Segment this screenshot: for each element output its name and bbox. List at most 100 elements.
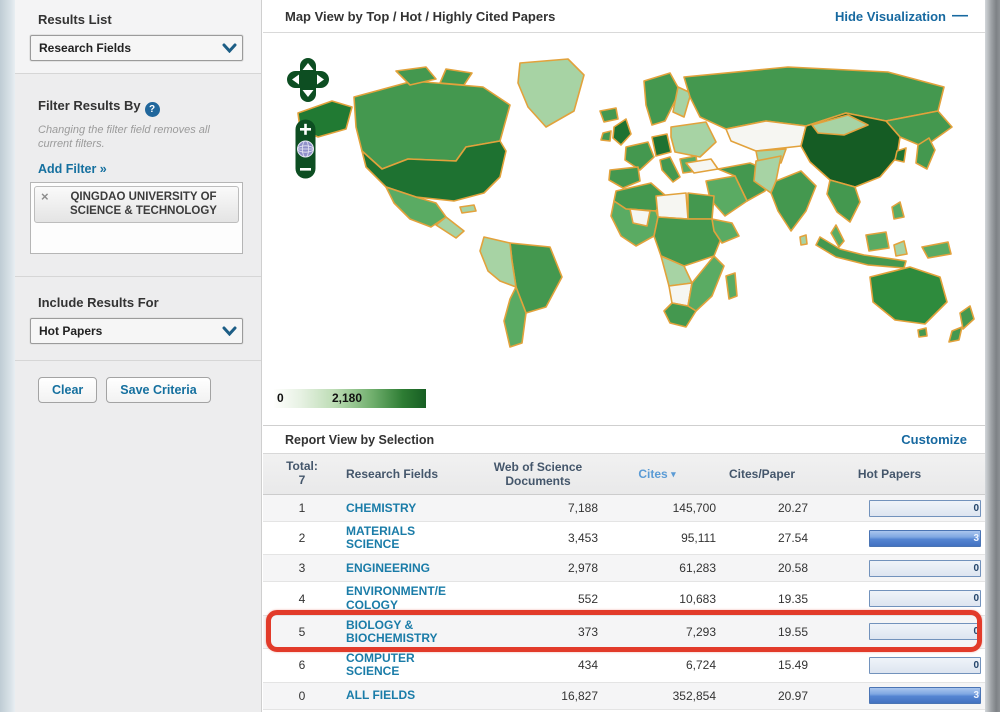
row-documents: 552 (577, 591, 598, 606)
hot-papers-bar: 3 (869, 687, 981, 704)
row-rank: 4 (298, 591, 306, 606)
map-zoom-control[interactable] (295, 119, 316, 179)
research-field-link[interactable]: CHEMISTRY (346, 501, 446, 515)
row-rank: 3 (298, 561, 306, 576)
filter-heading: Filter Results By (38, 98, 141, 113)
clear-button[interactable]: Clear (38, 376, 98, 403)
research-field-link[interactable]: COMPUTER SCIENCE (346, 651, 446, 678)
row-rank: 6 (298, 658, 306, 673)
table-header-row: Total: 7 Research Fields Web of Science … (263, 453, 985, 495)
row-cites: 6,724 (685, 658, 716, 673)
map-pan-control[interactable] (286, 57, 330, 103)
row-cites-per-paper: 15.49 (777, 658, 808, 673)
hot-papers-value: 0 (973, 593, 979, 605)
row-cites-per-paper: 19.55 (777, 624, 808, 639)
include-results-dropdown[interactable]: Hot Papers (30, 317, 243, 344)
chevron-down-icon (216, 326, 242, 336)
row-cites-per-paper: 20.58 (777, 561, 808, 576)
row-cites-per-paper: 19.35 (777, 591, 808, 606)
filter-tag-label: QINGDAO UNIVERSITY OF SCIENCE & TECHNOLO… (70, 190, 217, 217)
col-cites-per-paper: Cites/Paper (728, 467, 796, 481)
row-documents: 434 (577, 658, 598, 673)
row-cites: 7,293 (685, 624, 716, 639)
sidebar: Results List Research Fields Filter Resu… (15, 0, 262, 712)
help-icon[interactable]: ? (144, 102, 160, 117)
legend-max-value: 2,180 (332, 391, 363, 405)
col-total: Total: 7 (286, 459, 318, 487)
results-list-dropdown-value: Research Fields (39, 41, 132, 55)
map-legend: 0 2,180 (274, 389, 426, 408)
include-results-section: Include Results For Hot Papers (15, 277, 261, 356)
row-documents: 7,188 (567, 501, 598, 515)
include-results-heading: Include Results For (38, 294, 159, 310)
row-documents: 16,827 (561, 688, 598, 703)
row-cites-per-paper: 20.97 (777, 688, 808, 703)
results-list-section: Results List Research Fields (15, 0, 261, 73)
save-criteria-button[interactable]: Save Criteria (106, 376, 211, 403)
filter-list-box: × QINGDAO UNIVERSITY OF SCIENCE & TECHNO… (30, 181, 243, 254)
globe-icon (297, 140, 314, 158)
research-field-link[interactable]: ENVIRONMENT/ECOLOGY (346, 585, 446, 612)
legend-min-value: 0 (277, 391, 284, 405)
row-cites: 95,111 (681, 531, 716, 546)
remove-filter-icon[interactable]: × (41, 189, 49, 205)
map-header: Map View by Top / Hot / Highly Cited Pap… (263, 0, 985, 33)
filter-tag[interactable]: × QINGDAO UNIVERSITY OF SCIENCE & TECHNO… (34, 185, 239, 224)
col-cites-sortable[interactable]: Cites ▾ (598, 467, 716, 481)
table-row: 4 ENVIRONMENT/ECOLOGY 552 10,683 19.35 0 (263, 582, 985, 616)
col-hot-papers: Hot Papers (857, 467, 922, 481)
row-cites: 352,854 (672, 688, 716, 703)
row-cites-per-paper: 27.54 (777, 531, 808, 546)
main-panel: Map View by Top / Hot / Highly Cited Pap… (263, 0, 985, 712)
research-field-link[interactable]: MATERIALS SCIENCE (346, 524, 446, 551)
hot-papers-bar: 0 (869, 623, 981, 641)
col-wos-documents: Web of Science Documents (493, 459, 583, 488)
include-results-dropdown-value: Hot Papers (39, 323, 103, 338)
row-documents: 373 (577, 624, 598, 639)
results-list-dropdown[interactable]: Research Fields (30, 35, 243, 61)
divider (15, 359, 261, 361)
left-edge-strip (0, 0, 15, 712)
filter-heading-row: Filter Results By? (38, 98, 261, 117)
row-documents: 2,978 (567, 561, 598, 576)
table-row: 3 ENGINEERING 2,978 61,283 20.58 0 (263, 555, 985, 583)
hot-papers-value: 0 (973, 659, 979, 671)
report-header: Report View by Selection Customize (263, 425, 985, 453)
vertical-scrollbar[interactable] (985, 0, 1000, 712)
hot-papers-value: 0 (973, 562, 979, 574)
hot-papers-bar: 3 (869, 529, 981, 547)
research-field-link[interactable]: ENGINEERING (346, 562, 446, 575)
map-area: 0 2,180 (263, 33, 985, 425)
customize-link[interactable]: Customize (901, 432, 967, 447)
research-field-link[interactable]: BIOLOGY & BIOCHEMISTRY (346, 618, 446, 645)
world-map[interactable] (288, 55, 978, 355)
table-row: 0 ALL FIELDS 16,827 352,854 20.97 3 (263, 682, 985, 710)
map-view-title: Map View by Top / Hot / Highly Cited Pap… (285, 8, 556, 24)
table-row: 1 CHEMISTRY 7,188 145,700 20.27 0 (263, 495, 985, 522)
row-cites: 145,700 (672, 501, 716, 515)
chevron-down-icon (216, 43, 242, 53)
page: Results List Research Fields Filter Resu… (0, 0, 1000, 712)
table-row: 5 BIOLOGY & BIOCHEMISTRY 373 7,293 19.55… (263, 609, 985, 653)
results-list-heading: Results List (38, 12, 112, 27)
hot-papers-bar: 0 (869, 656, 981, 674)
row-rank: 2 (298, 531, 306, 546)
hot-papers-value: 0 (973, 626, 979, 638)
hot-papers-value: 0 (973, 502, 979, 514)
table-row: 6 COMPUTER SCIENCE 434 6,724 15.49 0 (263, 649, 985, 683)
hide-visualization-link[interactable]: Hide Visualization (835, 9, 946, 24)
row-cites: 10,683 (679, 591, 716, 606)
hot-papers-value: 3 (973, 532, 979, 544)
row-cites-per-paper: 20.27 (777, 501, 808, 515)
row-rank: 1 (298, 501, 306, 515)
add-filter-link[interactable]: Add Filter » (38, 162, 107, 176)
hot-papers-bar: 0 (869, 499, 981, 517)
collapse-icon[interactable]: — (952, 7, 968, 25)
report-view-title: Report View by Selection (285, 432, 435, 447)
zoom-out-icon (300, 168, 311, 171)
hot-papers-value: 3 (973, 690, 979, 701)
hot-papers-bar: 0 (869, 559, 981, 577)
table-row: 2 MATERIALS SCIENCE 3,453 95,111 27.54 3 (263, 522, 985, 556)
research-field-link[interactable]: ALL FIELDS (346, 689, 446, 702)
row-documents: 3,453 (567, 531, 598, 546)
